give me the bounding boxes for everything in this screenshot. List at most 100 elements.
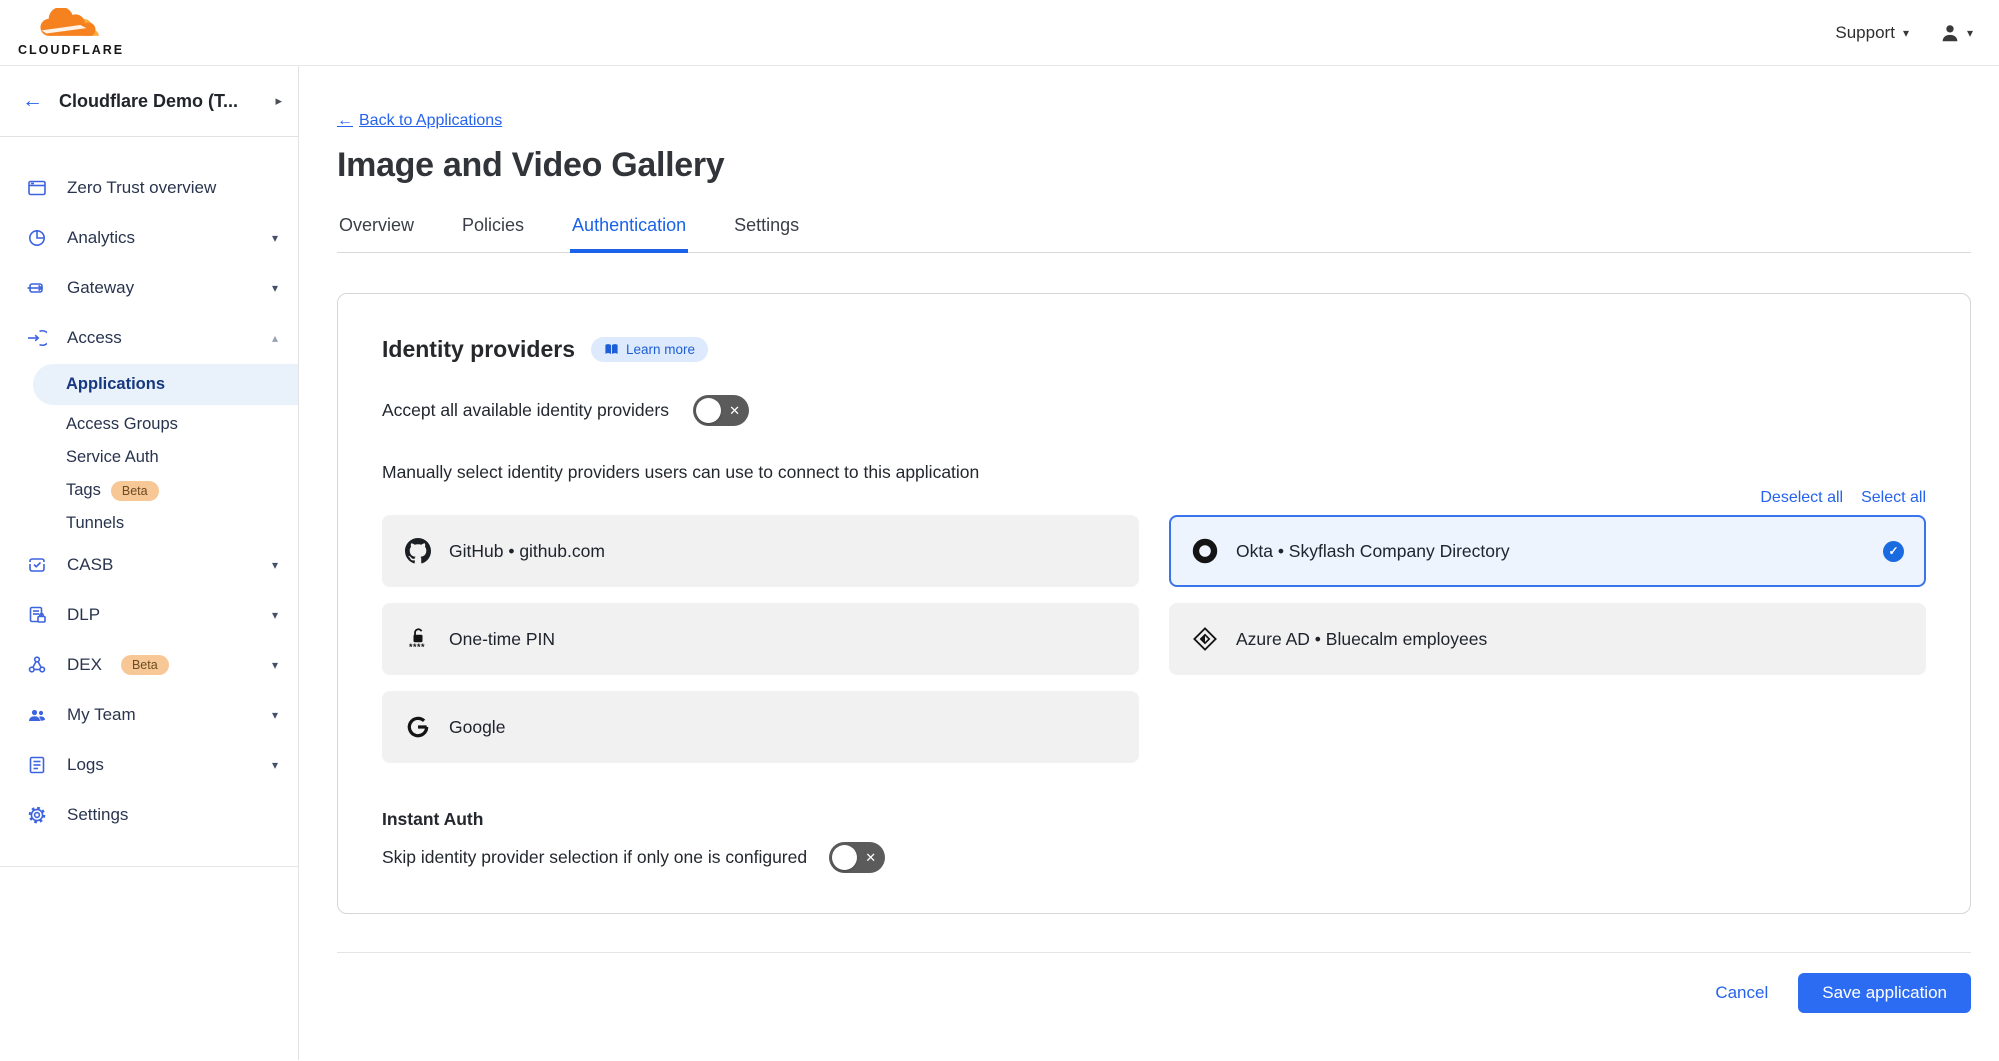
identity-providers-card: Identity providers Learn more Accept all… bbox=[337, 293, 1971, 914]
caret-down-icon: ▾ bbox=[272, 608, 278, 622]
sidebar-subitem-label: Tunnels bbox=[66, 514, 124, 533]
back-to-applications-link[interactable]: ← Back to Applications bbox=[337, 112, 502, 130]
tab-authentication[interactable]: Authentication bbox=[570, 215, 688, 253]
sidebar-item-zero-trust-overview[interactable]: Zero Trust overview bbox=[0, 163, 298, 213]
sidebar-subitem-label: Access Groups bbox=[66, 415, 178, 434]
learn-more-link[interactable]: Learn more bbox=[591, 337, 708, 362]
instant-auth-toggle[interactable]: ✕ bbox=[829, 842, 885, 873]
sidebar-item-access-groups[interactable]: Access Groups bbox=[0, 408, 298, 441]
cancel-button[interactable]: Cancel bbox=[1715, 983, 1768, 1003]
sidebar-item-settings[interactable]: Settings bbox=[0, 790, 298, 840]
provider-azure-ad[interactable]: Azure AD • Bluecalm employees bbox=[1169, 603, 1926, 675]
caret-down-icon: ▾ bbox=[272, 281, 278, 295]
cloudflare-wordmark: CLOUDFLARE bbox=[18, 43, 124, 57]
one-time-pin-icon: **** bbox=[404, 625, 432, 653]
sidebar-item-label: Settings bbox=[67, 805, 128, 825]
provider-okta[interactable]: Okta • Skyflash Company Directory ✓ bbox=[1169, 515, 1926, 587]
sidebar: ← Cloudflare Demo (T... ▸ Zero Trust ove… bbox=[0, 66, 299, 1060]
casb-shield-icon bbox=[26, 554, 48, 576]
sidebar-item-logs[interactable]: Logs ▾ bbox=[0, 740, 298, 790]
tab-policies[interactable]: Policies bbox=[460, 215, 526, 253]
toggle-knob bbox=[832, 845, 857, 870]
okta-icon bbox=[1191, 537, 1219, 565]
sidebar-subitem-label: Applications bbox=[66, 375, 165, 394]
sidebar-item-label: DEX bbox=[67, 655, 102, 675]
sidebar-item-tunnels[interactable]: Tunnels bbox=[0, 507, 298, 540]
sidebar-item-dlp[interactable]: DLP ▾ bbox=[0, 590, 298, 640]
form-footer: Cancel Save application bbox=[337, 952, 1971, 1013]
book-icon bbox=[604, 342, 619, 357]
sidebar-item-label: CASB bbox=[67, 555, 113, 575]
page-title: Image and Video Gallery bbox=[337, 146, 1971, 185]
toggle-off-icon: ✕ bbox=[729, 403, 740, 419]
user-menu[interactable]: ▾ bbox=[1939, 22, 1973, 44]
logs-icon bbox=[26, 754, 48, 776]
sidebar-item-access[interactable]: Access ▴ bbox=[0, 313, 298, 363]
network-nodes-icon bbox=[26, 654, 48, 676]
back-arrow-icon: ← bbox=[337, 112, 353, 130]
provider-label: One-time PIN bbox=[449, 629, 555, 650]
sidebar-item-label: DLP bbox=[67, 605, 100, 625]
caret-right-icon[interactable]: ▸ bbox=[275, 93, 282, 109]
provider-label: Azure AD • Bluecalm employees bbox=[1236, 629, 1487, 650]
sidebar-item-casb[interactable]: CASB ▾ bbox=[0, 540, 298, 590]
manual-select-text: Manually select identity providers users… bbox=[382, 462, 1926, 483]
caret-down-icon: ▾ bbox=[272, 658, 278, 672]
provider-google[interactable]: Google bbox=[382, 691, 1139, 763]
user-icon bbox=[1939, 22, 1961, 44]
sidebar-item-tags[interactable]: Tags Beta bbox=[0, 474, 298, 507]
deselect-all-link[interactable]: Deselect all bbox=[1760, 489, 1843, 507]
support-menu[interactable]: Support ▾ bbox=[1835, 23, 1909, 43]
caret-down-icon: ▾ bbox=[272, 231, 278, 245]
google-icon bbox=[404, 713, 432, 741]
team-icon bbox=[26, 704, 48, 726]
sidebar-item-my-team[interactable]: My Team ▾ bbox=[0, 690, 298, 740]
provider-label: Okta • Skyflash Company Directory bbox=[1236, 541, 1510, 562]
back-link-label: Back to Applications bbox=[359, 112, 502, 130]
sidebar-account-header: ← Cloudflare Demo (T... ▸ bbox=[0, 66, 298, 137]
cloudflare-logo: CLOUDFLARE bbox=[18, 8, 124, 57]
gateway-icon bbox=[26, 277, 48, 299]
sidebar-nav: Zero Trust overview Analytics ▾ bbox=[0, 137, 298, 886]
toggle-knob bbox=[696, 398, 721, 423]
sidebar-item-analytics[interactable]: Analytics ▾ bbox=[0, 213, 298, 263]
svg-text:****: **** bbox=[409, 642, 425, 652]
cloudflare-cloud-icon bbox=[32, 8, 110, 42]
sidebar-item-label: Zero Trust overview bbox=[67, 178, 216, 198]
beta-badge: Beta bbox=[121, 655, 169, 675]
select-all-link[interactable]: Select all bbox=[1861, 489, 1926, 507]
sidebar-item-label: My Team bbox=[67, 705, 136, 725]
provider-one-time-pin[interactable]: **** One-time PIN bbox=[382, 603, 1139, 675]
document-lock-icon bbox=[26, 604, 48, 626]
back-arrow-icon[interactable]: ← bbox=[22, 89, 43, 113]
tab-settings[interactable]: Settings bbox=[732, 215, 801, 253]
provider-github[interactable]: GitHub • github.com bbox=[382, 515, 1139, 587]
caret-down-icon: ▾ bbox=[1903, 26, 1909, 40]
support-label: Support bbox=[1835, 23, 1895, 43]
account-name: Cloudflare Demo (T... bbox=[59, 91, 238, 112]
instant-auth-heading: Instant Auth bbox=[382, 809, 1926, 830]
sidebar-subitem-label: Service Auth bbox=[66, 448, 159, 467]
accept-all-toggle[interactable]: ✕ bbox=[693, 395, 749, 426]
save-application-button[interactable]: Save application bbox=[1798, 973, 1971, 1013]
sidebar-item-service-auth[interactable]: Service Auth bbox=[0, 441, 298, 474]
main-content: ← Back to Applications Image and Video G… bbox=[299, 66, 1999, 1060]
sidebar-item-label: Logs bbox=[67, 755, 104, 775]
sidebar-item-label: Gateway bbox=[67, 278, 134, 298]
check-icon: ✓ bbox=[1883, 541, 1904, 562]
tab-overview[interactable]: Overview bbox=[337, 215, 416, 253]
access-login-icon bbox=[26, 327, 48, 349]
learn-more-label: Learn more bbox=[626, 342, 695, 357]
toggle-off-icon: ✕ bbox=[865, 850, 876, 866]
gear-icon bbox=[26, 804, 48, 826]
pie-chart-icon bbox=[26, 227, 48, 249]
sidebar-divider bbox=[0, 866, 298, 886]
provider-label: GitHub • github.com bbox=[449, 541, 605, 562]
azure-ad-icon bbox=[1191, 625, 1219, 653]
caret-down-icon: ▾ bbox=[272, 558, 278, 572]
sidebar-item-dex[interactable]: DEX Beta ▾ bbox=[0, 640, 298, 690]
sidebar-item-gateway[interactable]: Gateway ▾ bbox=[0, 263, 298, 313]
sidebar-item-applications[interactable]: Applications bbox=[33, 364, 298, 405]
card-title: Identity providers bbox=[382, 336, 575, 363]
window-icon bbox=[26, 177, 48, 199]
